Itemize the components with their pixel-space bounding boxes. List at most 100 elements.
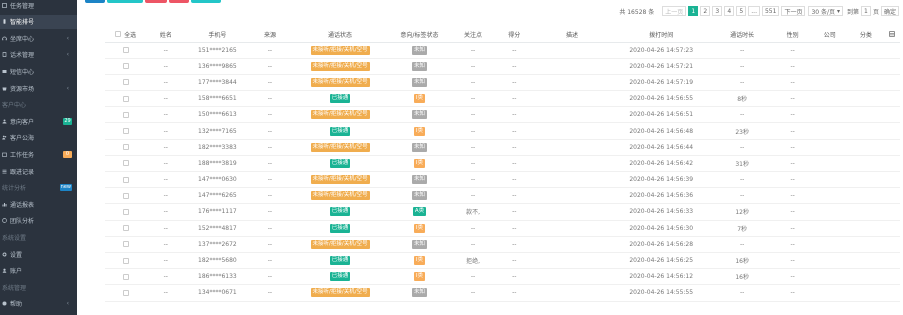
intent-badge: I类 xyxy=(413,126,425,136)
table-row[interactable]: -- 136****9865 -- 未接听/拒接/关机/空号 未知 -- -- 2020-04… xyxy=(105,58,900,75)
sidebar-item[interactable]: 任务管理 xyxy=(0,0,77,12)
pagination-prev[interactable]: 上一页 xyxy=(662,6,687,16)
table-cell: 23秒 xyxy=(710,122,775,140)
row-checkbox[interactable] xyxy=(122,95,129,102)
table-row[interactable]: -- 147****0630 -- 未接听/拒接/关机/空号 未知 -- -- 2020-04… xyxy=(105,171,900,189)
table-cell: -- xyxy=(249,252,291,270)
table-row[interactable]: -- 176****1117 -- 已接通 A类 款不, -- 2020-04-26 14:5… xyxy=(105,203,900,221)
sidebar-item[interactable]: 客户公海 xyxy=(0,131,77,145)
pagination-page[interactable]: 3 xyxy=(712,6,723,16)
toolbar-button-3[interactable] xyxy=(145,0,167,3)
table-row[interactable]: -- 151****2165 -- 未接听/拒接/关机/空号 未知 -- -- 2020-04… xyxy=(105,42,900,59)
table-row[interactable]: -- 182****5680 -- 已接通 I类 拒绝, -- 2020-04-26 14:5… xyxy=(105,252,900,270)
row-checkbox[interactable] xyxy=(122,273,129,280)
time-value: 2020-04-26 14:57:23 xyxy=(629,46,694,54)
row-checkbox[interactable] xyxy=(122,63,129,70)
row-checkbox[interactable] xyxy=(122,241,129,248)
row-checkbox[interactable] xyxy=(122,208,129,215)
toolbar-button-1[interactable] xyxy=(85,0,105,3)
row-checkbox[interactable] xyxy=(122,176,129,183)
row-checkbox[interactable] xyxy=(122,144,129,151)
pagination-page[interactable]: 4 xyxy=(724,6,735,16)
pagination-page[interactable]: ... xyxy=(748,6,760,16)
sidebar-item[interactable]: 帮助 ‹ xyxy=(0,297,77,311)
sidebar-item[interactable]: 话术管理 ‹ xyxy=(0,48,77,62)
sidebar-item[interactable]: 账户 xyxy=(0,264,77,278)
row-checkbox[interactable] xyxy=(122,225,129,232)
row-checkbox[interactable] xyxy=(122,47,129,54)
table-row[interactable]: -- 158****6651 -- 已接通 I类 -- -- 2020-04-26 14:56… xyxy=(105,90,900,108)
sidebar-item[interactable]: 短信中心 xyxy=(0,64,77,78)
columns-icon[interactable] xyxy=(888,31,895,38)
sidebar-item[interactable]: 资源市场 ‹ xyxy=(0,81,77,95)
phone-icon xyxy=(2,19,7,24)
columns-toggle[interactable] xyxy=(883,27,900,43)
toolbar-button-5[interactable] xyxy=(191,0,221,3)
time-value: 2020-04-26 14:56:42 xyxy=(629,159,694,167)
table-cell: -- xyxy=(146,284,186,302)
sidebar-item[interactable]: 工作任务 0 xyxy=(0,147,77,161)
column-header-label: 手机号 xyxy=(208,31,227,39)
row-checkbox[interactable] xyxy=(122,79,129,86)
row-checkbox[interactable] xyxy=(122,289,129,296)
table-row[interactable]: -- 147****6265 -- 未接听/拒接/关机/空号 未知 -- -- 2020-04… xyxy=(105,187,900,205)
sidebar-item[interactable]: 设置 xyxy=(0,247,77,261)
table-cell: -- xyxy=(496,284,532,302)
table-cell: -- xyxy=(249,203,291,221)
table-cell: 未知 xyxy=(389,139,450,156)
table-cell xyxy=(811,220,849,237)
toolbar-button-4[interactable] xyxy=(169,0,189,3)
pagination-next[interactable]: 下一页 xyxy=(781,6,806,16)
gender-value: -- xyxy=(790,273,795,281)
table-row[interactable]: -- 177****3844 -- 未接听/拒接/关机/空号 未知 -- -- 2020-04… xyxy=(105,74,900,92)
sidebar-section-header: 系统设置 xyxy=(0,230,77,244)
pagination-page[interactable]: 1 xyxy=(688,6,699,16)
table-row[interactable]: -- 152****4817 -- 已接通 I类 -- -- 2020-04-26 14:56… xyxy=(105,220,900,237)
table-cell: -- xyxy=(146,74,186,92)
select-all-checkbox[interactable] xyxy=(115,31,122,37)
column-header[interactable]: 全选 xyxy=(105,27,147,43)
gender-value: -- xyxy=(790,159,795,167)
table-row[interactable]: -- 186****6133 -- 已接通 I类 -- -- 2020-04-26 14:56… xyxy=(105,268,900,286)
pagination-page[interactable]: 2 xyxy=(700,6,711,16)
pagination-page[interactable]: 551 xyxy=(761,6,780,16)
row-checkbox[interactable] xyxy=(122,111,129,118)
table-row[interactable]: -- 137****2672 -- 未接听/拒接/关机/空号 未知 -- -- 2020-04… xyxy=(105,236,900,253)
table-cell: 2020-04-26 14:57:21 xyxy=(612,58,711,75)
toolbar-button-2[interactable] xyxy=(107,0,143,3)
pagination-page[interactable]: 5 xyxy=(736,6,747,16)
goto-input[interactable]: 1 xyxy=(860,6,871,16)
call-status-badge: 未接听/拒接/关机/空号 xyxy=(310,191,370,201)
table-row[interactable]: -- 150****6613 -- 未接听/拒接/关机/空号 未知 -- -- 2020-04… xyxy=(105,106,900,124)
table-row[interactable]: -- 132****7165 -- 已接通 I类 -- -- 2020-04-26 14:56… xyxy=(105,122,900,140)
table-cell xyxy=(883,90,900,108)
row-checkbox[interactable] xyxy=(122,192,129,199)
goto-confirm-button[interactable]: 确定 xyxy=(880,6,899,16)
page-size-select[interactable]: 30 条/页 ▾ xyxy=(808,6,843,16)
column-header-label: 意向/标签状态 xyxy=(400,31,439,39)
table-row[interactable]: -- 182****3383 -- 未接听/拒接/关机/空号 未知 -- -- 2020-04… xyxy=(105,139,900,156)
table-cell: -- xyxy=(710,187,775,205)
sidebar-item[interactable]: 坐席中心 ‹ xyxy=(0,31,77,45)
table-row[interactable]: -- 134****0671 -- 未接听/拒接/关机/空号 未知 -- -- 2020-04… xyxy=(105,284,900,302)
phone-value: 177****3844 xyxy=(198,78,237,86)
row-checkbox[interactable] xyxy=(122,160,129,167)
table-cell: 2020-04-26 14:56:12 xyxy=(612,268,711,286)
phone-value: 147****6265 xyxy=(198,192,237,200)
sidebar-item[interactable]: 智能排号 xyxy=(0,14,77,29)
table-cell xyxy=(811,268,849,286)
table-cell: 已接通 xyxy=(290,203,390,221)
table-row[interactable]: -- 188****3819 -- 已接通 I类 -- -- 2020-04-26 14:56… xyxy=(105,155,900,173)
sidebar-item[interactable]: 团队分析 xyxy=(0,214,77,228)
sidebar-item[interactable]: 跟进记录 xyxy=(0,164,77,178)
row-checkbox[interactable] xyxy=(122,257,129,264)
table-cell xyxy=(811,58,849,75)
row-checkbox[interactable] xyxy=(122,128,129,135)
score-value: -- xyxy=(512,176,517,184)
sidebar-item[interactable]: 通话报表 xyxy=(0,197,77,211)
sidebar-item[interactable]: 意向客户 29 xyxy=(0,114,77,128)
table-cell xyxy=(848,58,884,75)
script-icon xyxy=(2,52,7,58)
select-all-label: 全选 xyxy=(124,31,137,39)
phone-value: 182****5680 xyxy=(198,257,237,265)
